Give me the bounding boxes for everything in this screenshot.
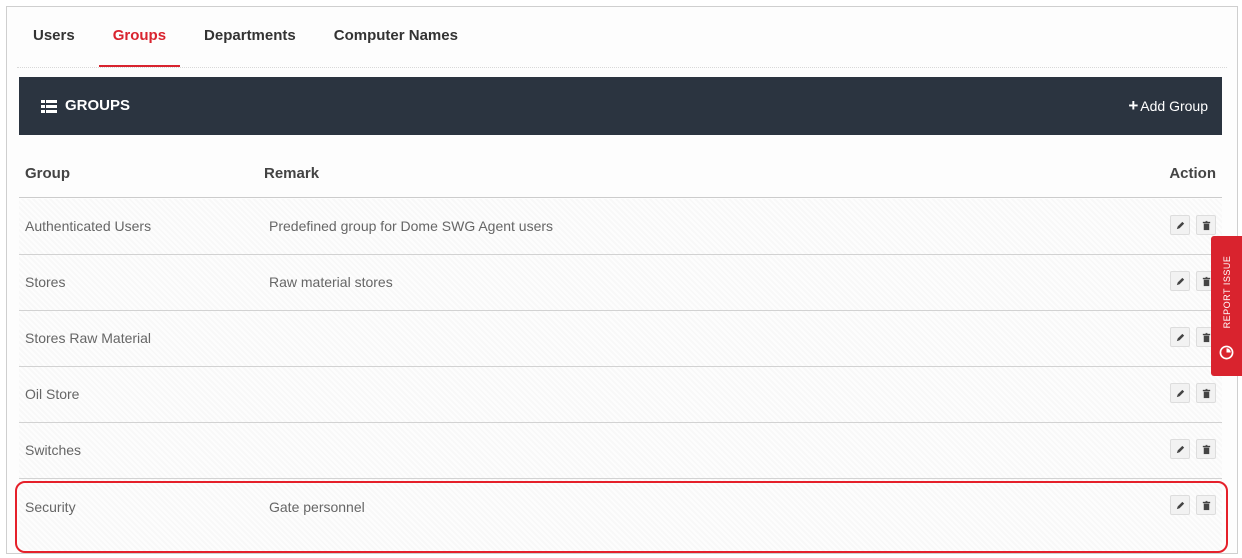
delete-icon[interactable] [1196, 495, 1216, 515]
row-actions [1170, 439, 1216, 459]
report-icon [1219, 345, 1234, 360]
table-row: Oil Store [19, 367, 1222, 423]
delete-icon[interactable] [1196, 439, 1216, 459]
edit-icon[interactable] [1170, 271, 1190, 291]
group-name: Security [25, 499, 76, 515]
groups-page: Users Groups Departments Computer Names … [6, 6, 1238, 554]
row-actions [1170, 271, 1216, 291]
panel-title-wrap: GROUPS [41, 77, 130, 135]
edit-icon[interactable] [1170, 495, 1190, 515]
edit-icon[interactable] [1170, 215, 1190, 235]
tab-computer-names[interactable]: Computer Names [320, 7, 472, 67]
highlight-outline [15, 481, 1228, 553]
tabs-divider [17, 67, 1227, 68]
group-remark: Raw material stores [269, 274, 393, 290]
edit-icon[interactable] [1170, 327, 1190, 347]
tab-groups[interactable]: Groups [98, 7, 181, 67]
column-header-group[interactable]: Group [25, 165, 70, 182]
row-actions [1170, 327, 1216, 347]
delete-icon[interactable] [1196, 383, 1216, 403]
group-remark: Gate personnel [269, 499, 365, 515]
table-row: Switches [19, 423, 1222, 479]
table-row: Stores Raw Material [19, 311, 1222, 367]
group-name: Authenticated Users [25, 218, 152, 234]
group-name: Stores [25, 274, 66, 290]
row-actions [1170, 383, 1216, 403]
tab-bar: Users Groups Departments Computer Names [19, 7, 482, 67]
tab-users[interactable]: Users [19, 7, 89, 67]
row-actions [1170, 495, 1216, 515]
table-row: Authenticated Users Predefined group for… [19, 199, 1222, 255]
table-row-highlighted: Security Gate personnel [15, 479, 1228, 553]
groups-table-body: Authenticated Users Predefined group for… [15, 199, 1228, 553]
list-icon [41, 99, 57, 113]
table-header: Group Remark Action [19, 157, 1222, 198]
report-issue-label: REPORT ISSUE [1221, 255, 1232, 329]
edit-icon[interactable] [1170, 439, 1190, 459]
column-header-action: Action [1169, 165, 1216, 182]
column-header-remark[interactable]: Remark [264, 165, 319, 182]
row-actions [1170, 215, 1216, 235]
tab-departments[interactable]: Departments [190, 7, 310, 67]
group-name: Oil Store [25, 386, 80, 402]
group-name: Switches [25, 442, 82, 458]
plus-icon: + [1128, 96, 1139, 115]
panel-title: GROUPS [65, 97, 131, 114]
group-remark: Predefined group for Dome SWG Agent user… [269, 218, 554, 234]
add-group-label: Add Group [1140, 98, 1208, 114]
add-group-button[interactable]: + Add Group [1128, 77, 1208, 135]
groups-panel-header: GROUPS + Add Group [19, 77, 1222, 135]
group-name: Stores Raw Material [25, 330, 152, 346]
delete-icon[interactable] [1196, 215, 1216, 235]
report-issue-button[interactable]: REPORT ISSUE [1211, 236, 1242, 376]
edit-icon[interactable] [1170, 383, 1190, 403]
table-row: Stores Raw material stores [19, 255, 1222, 311]
